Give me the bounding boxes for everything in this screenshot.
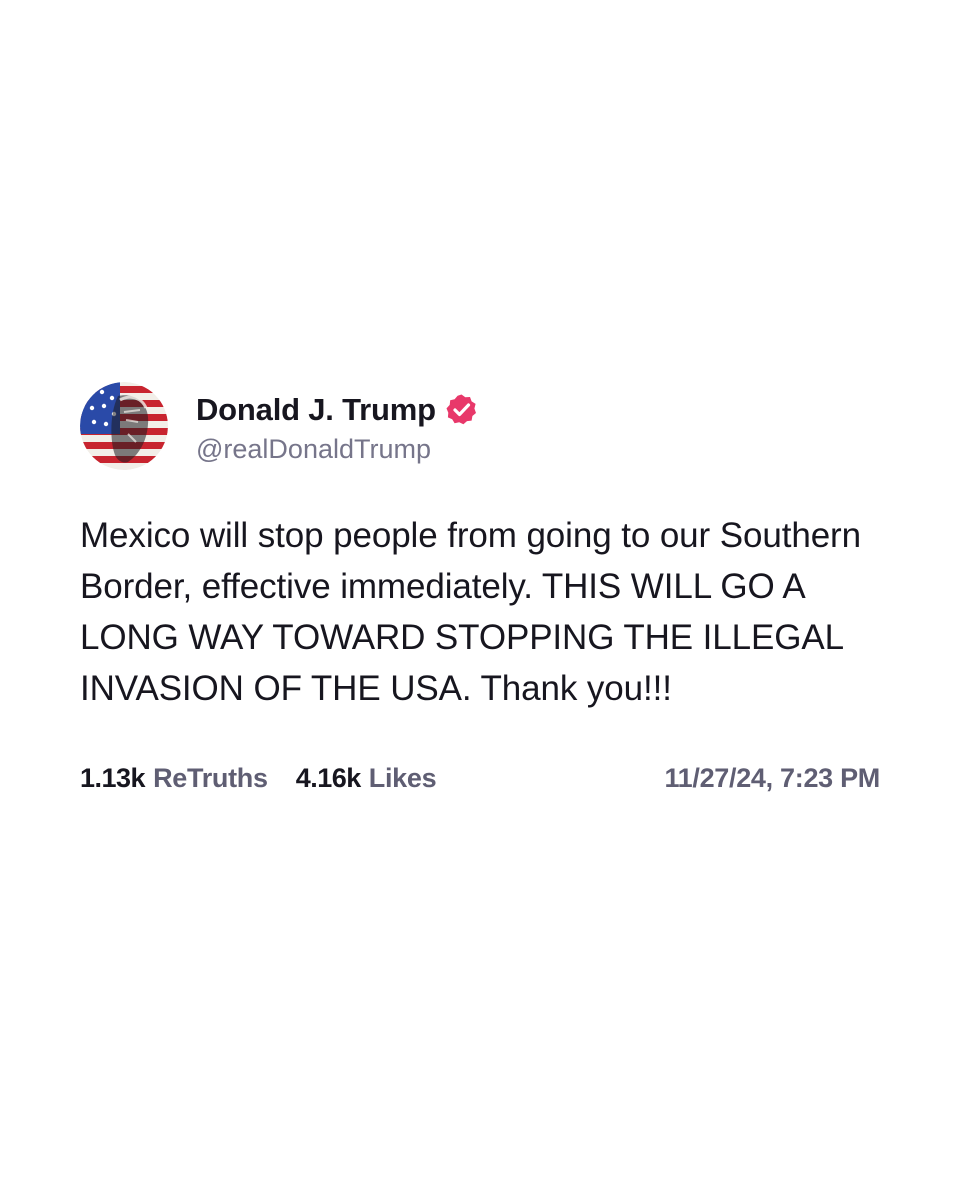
likes-stat[interactable]: 4.16k Likes: [296, 763, 437, 794]
likes-count: 4.16k: [295, 762, 362, 793]
retruths-label: ReTruths: [153, 762, 268, 793]
post-header: Donald J. Trump @realDonaldTrump: [80, 380, 880, 472]
avatar[interactable]: [80, 382, 168, 470]
author-identity: Donald J. Trump @realDonaldTrump: [196, 388, 478, 465]
likes-label: Likes: [368, 762, 437, 793]
post-timestamp[interactable]: 11/27/24, 7:23 PM: [664, 763, 880, 794]
retruths-count: 1.13k: [80, 762, 146, 793]
retruths-stat[interactable]: 1.13k ReTruths: [80, 763, 268, 794]
post-body-text: Mexico will stop people from going to ou…: [80, 516, 861, 708]
author-name-row: Donald J. Trump: [196, 388, 478, 432]
verified-badge-icon: [445, 393, 478, 426]
author-handle[interactable]: @realDonaldTrump: [196, 434, 478, 465]
post-footer: 1.13k ReTruths 4.16k Likes 11/27/24, 7:2…: [80, 758, 880, 798]
post-card: Donald J. Trump @realDonaldTrump Mexico …: [80, 380, 880, 798]
author-display-name[interactable]: Donald J. Trump: [196, 392, 436, 428]
avatar-image: [80, 382, 168, 470]
